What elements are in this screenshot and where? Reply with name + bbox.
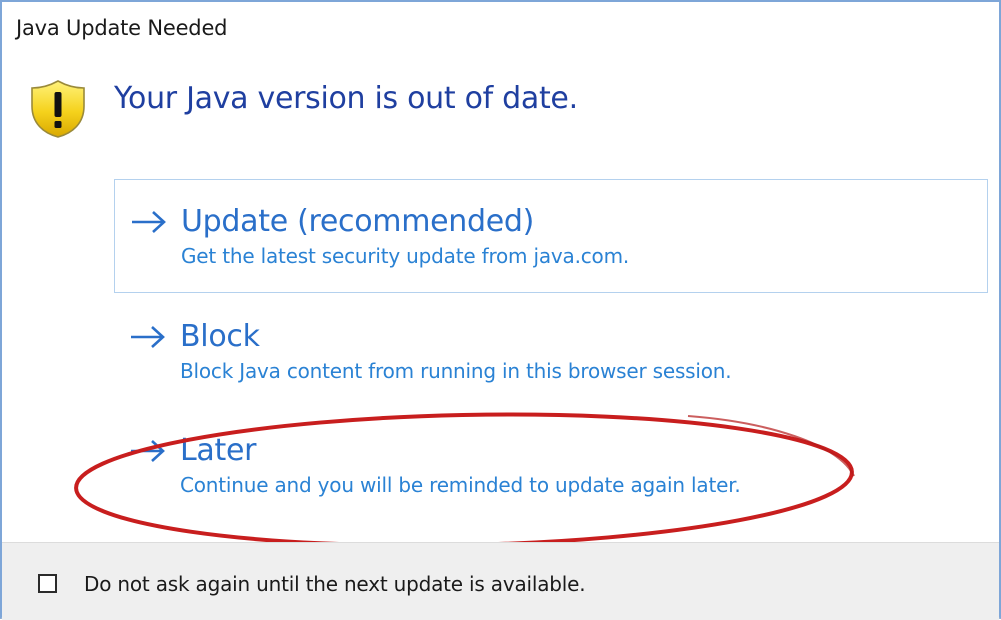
block-option[interactable]: Block Block Java content from running in… <box>114 319 988 399</box>
update-option-description: Get the latest security update from java… <box>181 244 630 268</box>
later-option-label: Later <box>180 433 257 468</box>
headline: Your Java version is out of date. <box>114 81 578 116</box>
do-not-ask-checkbox[interactable] <box>38 574 57 593</box>
do-not-ask-label[interactable]: Do not ask again until the next update i… <box>84 572 586 596</box>
update-option-label: Update (recommended) <box>181 204 535 239</box>
update-option-title: Update (recommended) <box>131 204 987 239</box>
arrow-right-icon <box>132 210 166 233</box>
arrow-right-icon <box>131 325 165 348</box>
java-update-dialog: Java Update Needed Your Java version is … <box>0 0 1001 620</box>
later-option-description: Continue and you will be reminded to upd… <box>180 473 741 497</box>
later-option-title: Later <box>130 433 988 468</box>
update-option[interactable]: Update (recommended) Get the latest secu… <box>114 179 988 293</box>
block-option-description: Block Java content from running in this … <box>180 359 732 383</box>
dialog-title: Java Update Needed <box>16 16 228 40</box>
shield-warning-icon <box>31 80 85 138</box>
later-option[interactable]: Later Continue and you will be reminded … <box>114 433 988 513</box>
block-option-label: Block <box>180 319 260 354</box>
dialog-footer: Do not ask again until the next update i… <box>2 542 999 620</box>
arrow-right-icon <box>131 439 165 462</box>
block-option-title: Block <box>130 319 988 354</box>
